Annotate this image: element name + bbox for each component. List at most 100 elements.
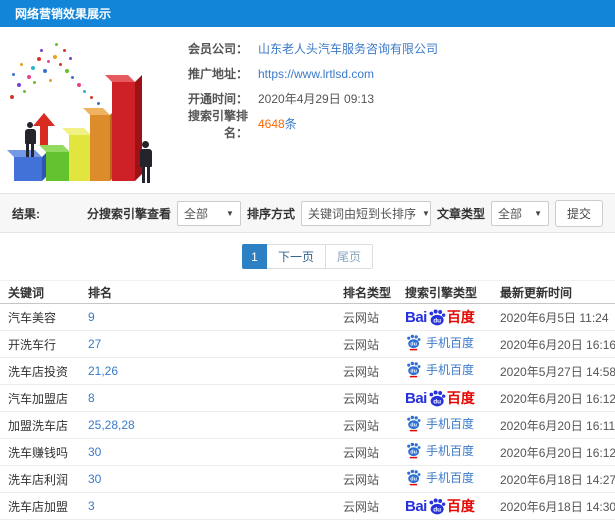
article-type-label: 文章类型 [436,206,485,221]
info-row-url: 推广地址： https://www.lrtlsd.com [168,61,438,86]
rank-type-cell: 云网站 [335,492,397,520]
table-row: 加盟洗车店 25,28,28 云网站 du 手机百度 2020年6月20日 16:1… [0,411,615,439]
businessman-figure-right [138,141,153,183]
engine-cell: du 手机百度 [397,438,492,466]
company-link[interactable]: 山东老人头汽车服务咨询有限公司 [258,42,438,56]
article-type-select[interactable]: 全部 ▼ [490,200,549,226]
time-cell: 2020年6月18日 14:27 [492,465,615,493]
engine-cell: du 手机百度 [397,357,492,385]
engine-cell: du 手机百度 [397,465,492,493]
engine-cell: Bai du 百度 [397,384,492,412]
rank-cell: 30 [80,465,335,493]
table-row: 汽车加盟店 8 云网站 Bai du 百度 2020年6月20日 16:12 [0,384,615,412]
bar-yellow [62,128,98,181]
keyword-cell: 加盟洗车店 [0,411,80,439]
company-label: 会员公司： [187,42,248,56]
next-page-button[interactable]: 下一页 [266,244,326,269]
baidu-logo: Bai du 百度 [405,389,475,407]
engine-cell: du 手机百度 [397,330,492,358]
table-row: 洗车店加盟 3 云网站 Bai du 百度 2020年6月18日 14:30 [0,492,615,520]
keyword-cell: 汽车美容 [0,303,80,331]
table-row: 洗车赚钱吗 30 云网站 du 手机百度 2020年6月20日 16:12 [0,438,615,466]
rank-cell: 3 [80,492,335,520]
baidu-logo: Bai du 百度 [405,497,475,515]
time-cell: 2020年6月20日 16:16 [492,330,615,358]
mobile-baidu-logo: du 手机百度 [405,415,474,432]
engine-cell: Bai du 百度 [397,492,492,520]
rank-link[interactable]: 30 [88,445,101,459]
keyword-cell: 洗车店加盟 [0,492,80,520]
open-time-label: 开通时间： [187,92,248,106]
rank-cell: 30 [80,438,335,466]
url-label: 推广地址： [187,67,248,81]
engine-filter-select[interactable]: 全部 ▼ [176,200,241,226]
rank-cell: 9 [80,303,335,331]
table-row: 洗车店投资 21,26 云网站 du 手机百度 2020年5月27日 14:58 [0,357,615,385]
mobile-baidu-paw-icon: du [407,415,421,432]
businessman-figure-left [23,122,37,157]
open-time-value: 2020年4月29日 09:13 [258,92,375,106]
rank-link[interactable]: 25,28,28 [88,418,135,432]
svg-text:du: du [433,506,441,513]
header-rank: 排名 [80,280,335,304]
engine-filter-label: 分搜索引擎查看 [86,206,171,221]
time-cell: 2020年6月20日 16:11 [492,411,615,439]
table-header-row: 关键词 排名 排名类型 搜索引擎类型 最新更新时间 [0,280,615,304]
rank-type-cell: 云网站 [335,438,397,466]
rank-link[interactable]: 21,26 [88,364,118,378]
mobile-baidu-paw-icon: du [407,334,421,351]
mobile-baidu-paw-icon: du [407,469,421,486]
info-section: 会员公司： 山东老人头汽车服务咨询有限公司 推广地址： https://www.… [0,27,615,193]
rank-link[interactable]: 30 [88,472,101,486]
engine-rank-count: 4648 [258,117,285,131]
rank-type-cell: 云网站 [335,357,397,385]
filter-bar: 结果: 分搜索引擎查看 全部 ▼ 排序方式 关键词由短到长排序 ▼ 文章类型 全… [0,193,615,233]
bar-blue [7,150,49,181]
time-cell: 2020年6月20日 16:12 [492,384,615,412]
keyword-ranking-table: 关键词 排名 排名类型 搜索引擎类型 最新更新时间 汽车美容 9 云网站 Bai d… [0,280,615,520]
baidu-paw-icon: du [429,389,446,406]
submit-button[interactable]: 提交 [554,199,603,227]
sort-select[interactable]: 关键词由短到长排序 ▼ [300,200,431,226]
sort-label: 排序方式 [246,206,295,221]
rank-cell: 27 [80,330,335,358]
chevron-down-icon: ▼ [534,208,542,218]
baidu-paw-icon: du [429,308,446,325]
rank-link[interactable]: 3 [88,499,95,513]
svg-text:du: du [433,398,441,405]
rank-type-cell: 云网站 [335,411,397,439]
table-row: 汽车美容 9 云网站 Bai du 百度 2020年6月5日 11:24 [0,303,615,331]
mobile-baidu-logo: du 手机百度 [405,334,474,351]
rank-type-cell: 云网站 [335,384,397,412]
time-cell: 2020年6月18日 14:30 [492,492,615,520]
header-update-time: 最新更新时间 [492,280,615,304]
page-title: 网络营销效果展示 [15,7,112,21]
rank-type-cell: 云网站 [335,303,397,331]
svg-text:du: du [410,342,417,348]
time-cell: 2020年5月27日 14:58 [492,357,615,385]
rank-link[interactable]: 27 [88,337,101,351]
rank-type-cell: 云网站 [335,465,397,493]
engine-cell: Bai du 百度 [397,303,492,331]
promotion-url-link[interactable]: https://www.lrtlsd.com [258,67,374,81]
result-label: 结果: [12,206,40,221]
rank-link[interactable]: 8 [88,391,95,405]
keyword-cell: 洗车店投资 [0,357,80,385]
last-page-button[interactable]: 尾页 [326,244,374,269]
info-row-company: 会员公司： 山东老人头汽车服务咨询有限公司 [168,36,438,61]
growth-chart-illustration [2,35,182,193]
engine-cell: du 手机百度 [397,411,492,439]
svg-text:du: du [410,477,417,483]
chevron-down-icon: ▼ [226,208,234,218]
mobile-baidu-paw-icon: du [407,442,421,459]
bar-orange [83,108,117,181]
pagination-section: 1 下一页 尾页 [0,233,615,280]
rank-link[interactable]: 9 [88,310,95,324]
page-number-current[interactable]: 1 [241,244,267,269]
filter-controls: 分搜索引擎查看 全部 ▼ 排序方式 关键词由短到长排序 ▼ 文章类型 全部 ▼ … [86,199,603,227]
header-engine-type: 搜索引擎类型 [397,280,492,304]
table-row: 开洗车行 27 云网站 du 手机百度 2020年6月20日 16:16 [0,330,615,358]
svg-text:du: du [433,317,441,324]
engine-rank-label: 搜索引擎排名： [187,108,248,140]
svg-text:du: du [410,369,417,375]
